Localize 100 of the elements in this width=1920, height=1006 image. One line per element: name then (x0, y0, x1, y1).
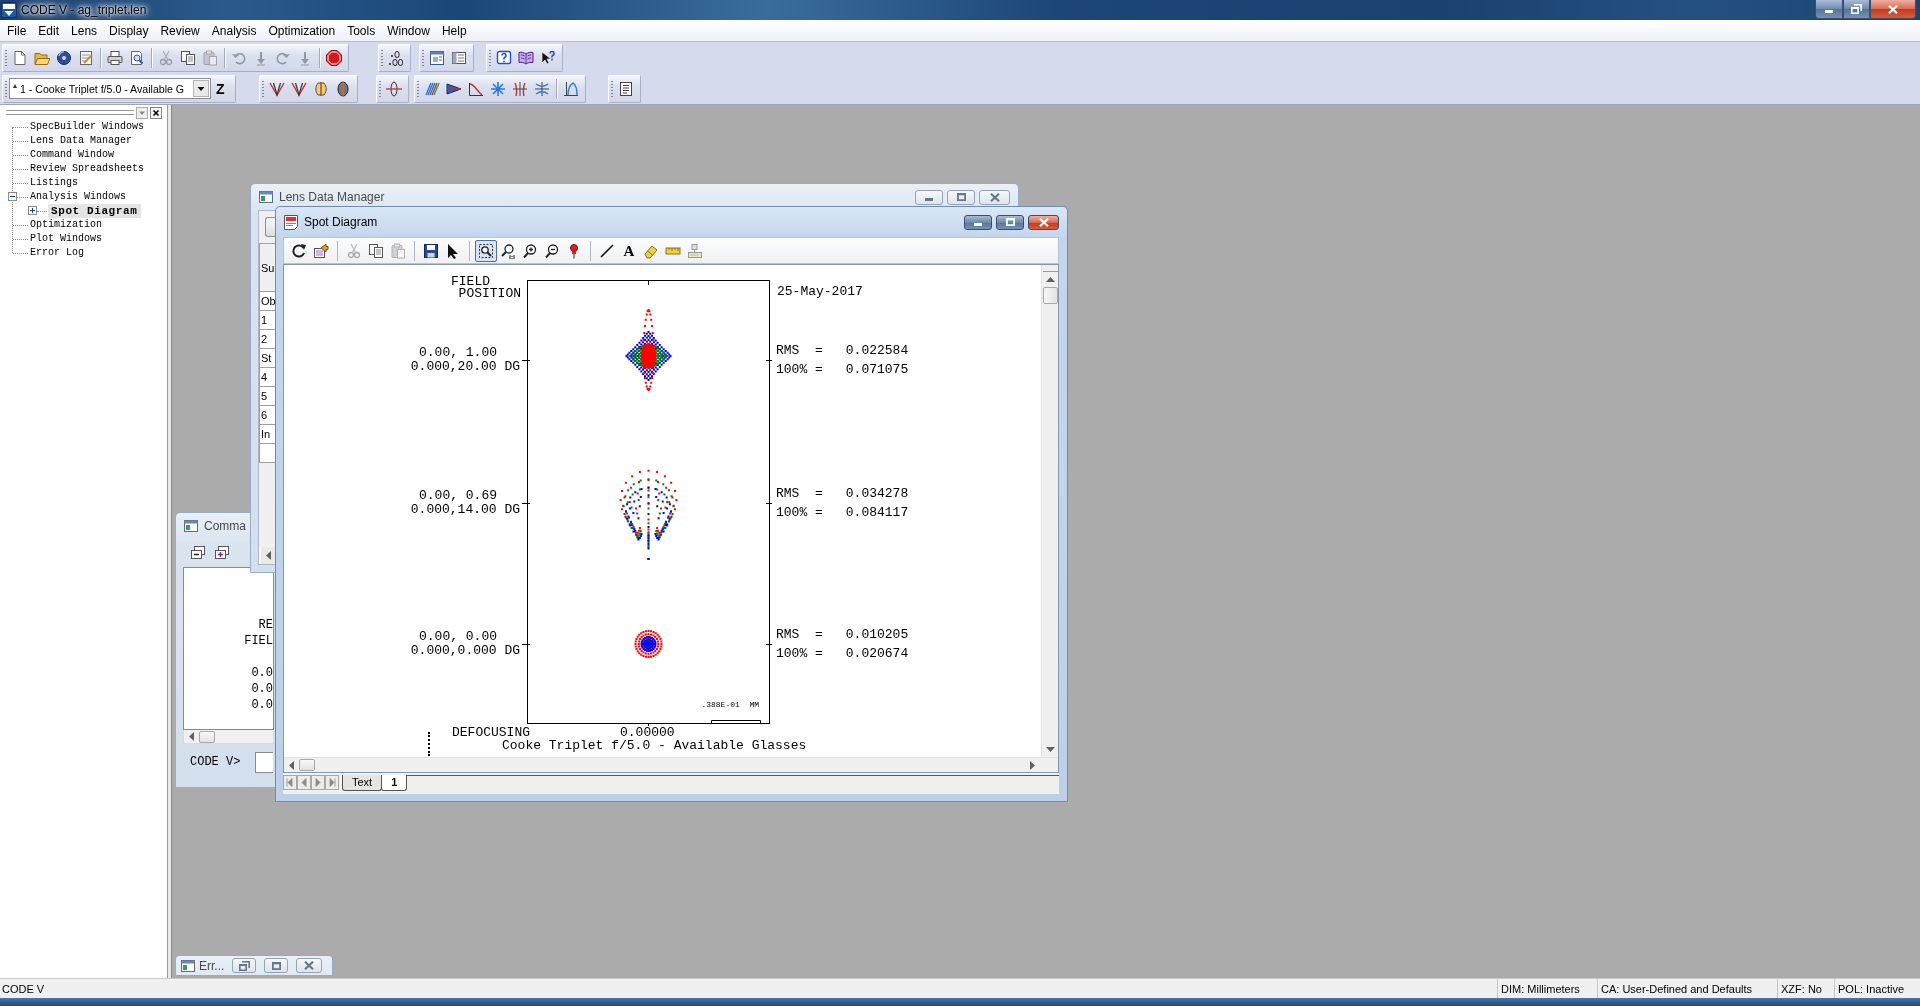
output-text: 0.0 (251, 681, 273, 697)
tree-item[interactable]: SpecBuilder Windows (29, 120, 146, 134)
skip-back-button[interactable] (283, 775, 297, 790)
menu-item[interactable]: Review (154, 21, 206, 40)
lens-axis-icon[interactable] (385, 80, 402, 97)
window-chart-icon[interactable] (429, 49, 445, 66)
menu-item[interactable]: Lens (65, 21, 104, 40)
new-file-icon[interactable] (12, 49, 28, 66)
close-button[interactable] (1870, 0, 1916, 19)
sheet-tab[interactable]: 1 (381, 775, 408, 791)
menu-item[interactable]: Edit (32, 21, 66, 40)
close-button[interactable] (1028, 214, 1059, 230)
print-preview-icon[interactable] (129, 49, 145, 66)
window-title: Comma (204, 519, 246, 533)
minimize-button[interactable] (964, 214, 992, 230)
document-icon (283, 214, 299, 230)
right-arrow-icon[interactable] (1028, 760, 1037, 770)
tree-item[interactable]: Spot Diagram (48, 204, 142, 218)
minimize-icon (1825, 10, 1833, 13)
tree-item[interactable]: Optimization (29, 218, 103, 232)
tree-item[interactable]: Lens Data Manager (29, 134, 134, 148)
lens-icon[interactable] (334, 80, 351, 97)
z-button[interactable]: Z (216, 80, 225, 97)
tree-item[interactable]: Listings (29, 176, 79, 190)
plus-box-icon[interactable] (28, 206, 37, 215)
lens-selector[interactable]: 1 - Cooke Triplet f/5.0 - Available G (9, 78, 211, 99)
ray-bundle-icon[interactable] (445, 80, 462, 97)
field-angle: 0.000,0.000 DG (410, 644, 520, 658)
tree-item[interactable]: Command Window (29, 148, 115, 162)
window-panel-icon[interactable] (451, 49, 467, 66)
ray-trace-icon[interactable] (423, 80, 440, 97)
up-arrow-icon[interactable] (1045, 275, 1055, 284)
vertical-scrollbar[interactable] (1041, 265, 1058, 757)
text-tool-button[interactable]: A (618, 239, 640, 262)
defocusing-label: DEFOCUSING (452, 726, 530, 739)
window-title: CODE V - ag_triplet.len (20, 3, 148, 17)
sheet-tab[interactable]: Text (342, 775, 383, 791)
max-value: 0.084117 (845, 504, 909, 522)
help-icon[interactable] (496, 49, 512, 66)
close-icon[interactable] (150, 106, 162, 119)
open-book-icon[interactable] (518, 49, 534, 66)
window-title: Spot Diagram (304, 215, 378, 229)
menu-item[interactable]: File (1, 21, 33, 40)
forward-button[interactable] (311, 775, 325, 790)
max-value: 0.020674 (845, 645, 909, 663)
field-angle: 0.000,20.00 DG (410, 360, 520, 374)
minus-box-icon[interactable] (8, 192, 17, 201)
scroll-thumb[interactable] (299, 759, 315, 771)
menu-item[interactable]: Optimization (262, 21, 342, 40)
tree-item[interactable]: Error Log (29, 246, 85, 260)
window-title: Lens Data Manager (279, 190, 385, 204)
left-arrow-icon[interactable] (287, 760, 296, 770)
back-button[interactable] (297, 775, 311, 790)
pointer-help-icon[interactable] (540, 49, 556, 66)
disc-icon[interactable] (56, 49, 72, 66)
prompt-label: CODE V> (190, 755, 241, 769)
ray-fan-icon[interactable] (268, 80, 285, 97)
minimize-icon (925, 197, 933, 201)
tree-item[interactable]: Analysis Windows (29, 190, 127, 204)
document-pencil-icon[interactable] (78, 49, 94, 66)
maximize-icon (1005, 218, 1015, 226)
copy-icon[interactable] (180, 49, 196, 66)
scroll-thumb[interactable] (1042, 287, 1058, 304)
menu-item[interactable]: Window (381, 21, 436, 40)
menu-item[interactable]: Analysis (205, 21, 263, 40)
menu-item[interactable]: Display (103, 21, 155, 40)
lens-icon[interactable] (312, 80, 329, 97)
asterisk-icon[interactable] (489, 80, 506, 97)
stop-sign-icon[interactable] (326, 49, 342, 66)
tree-item[interactable]: Plot Windows (29, 232, 103, 246)
curve-plot-icon[interactable] (467, 80, 484, 97)
rms-label: RMS = (776, 342, 823, 360)
ray-fan-icon[interactable] (290, 80, 307, 97)
rms-value: 0.034278 (845, 485, 909, 503)
maximize-button[interactable] (996, 214, 1024, 230)
menu-item[interactable]: Help (435, 21, 473, 40)
tree-item[interactable]: Review Spreadsheets (29, 162, 146, 176)
window-title: Err... (199, 958, 225, 973)
restore-button[interactable] (1843, 0, 1870, 19)
text-listing-icon[interactable] (617, 80, 634, 97)
down-arrow-icon[interactable] (1045, 745, 1055, 754)
window-icon (258, 189, 274, 205)
distortion-plot-icon[interactable] (533, 80, 550, 97)
max-label: 100% = (776, 504, 823, 522)
scale-label: .388E-01 MM (701, 700, 759, 709)
minimize-button[interactable] (1815, 0, 1843, 19)
output-text: 0.0 (251, 697, 273, 713)
skip-forward-button[interactable] (325, 775, 339, 790)
restore-icon (1851, 4, 1862, 14)
rms-label: RMS = (776, 626, 823, 644)
decimal-places-icon[interactable] (388, 49, 404, 66)
peak-curve-icon[interactable] (562, 80, 579, 97)
printer-icon[interactable] (107, 49, 123, 66)
field-curve-icon[interactable] (511, 80, 528, 97)
rms-value: 0.022584 (845, 342, 909, 360)
left-arrow-icon[interactable] (264, 551, 273, 560)
menu-item[interactable]: Tools (341, 21, 382, 40)
max-value: 0.071075 (845, 361, 909, 379)
horizontal-scrollbar[interactable] (284, 757, 1058, 772)
plot-caption: Cooke Triplet f/5.0 - Available Glasses (502, 739, 807, 752)
